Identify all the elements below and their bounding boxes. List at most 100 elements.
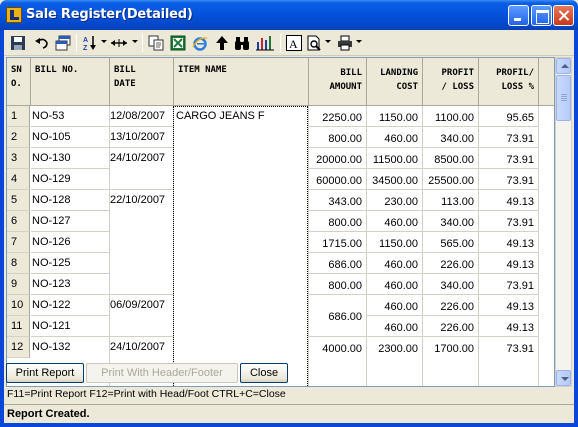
cell-bill-no[interactable]: NO-125 [32,253,109,274]
cell-bill-date[interactable]: 24/10/2007 [110,148,173,169]
cell-bill-no[interactable]: NO-128 [32,190,109,211]
cell-bill-no[interactable]: NO-121 [32,316,109,337]
cell-item-name[interactable] [176,316,307,337]
cell-bill-amount[interactable]: 4000.00 [309,339,366,360]
copy-window-icon[interactable] [55,35,71,51]
minimize-button[interactable] [508,5,529,26]
copy-icon[interactable] [148,35,164,51]
sort-dropdown-icon[interactable] [101,40,107,43]
cell-bill-date[interactable] [110,232,173,253]
column-dropdown-icon[interactable] [132,40,138,43]
cell-bill-no[interactable]: NO-130 [32,148,109,169]
grid-line [422,252,478,253]
header-item-name[interactable]: ITEM NAME [174,58,309,106]
cell-bill-date[interactable] [110,316,173,337]
scroll-down-button[interactable] [556,370,571,386]
header-sno[interactable]: SN O. [7,58,31,106]
row-number[interactable]: 9 [7,274,30,295]
maximize-button[interactable] [531,5,552,26]
print-preview-icon[interactable] [306,35,322,51]
toolbar-separator [280,34,281,52]
cell-item-name[interactable]: CARGO JEANS F [176,106,307,127]
cell-item-name[interactable] [176,148,307,169]
cell-bill-date[interactable] [110,253,173,274]
grid-line [308,147,366,148]
save-icon[interactable] [10,35,26,51]
cell-bill-no[interactable]: NO-122 [32,295,109,316]
undo-icon[interactable] [34,35,50,51]
cell-bill-date[interactable]: 12/08/2007 [110,106,173,127]
close-window-button[interactable] [553,5,574,26]
grid-line [422,315,478,316]
row-number[interactable]: 5 [7,190,30,211]
cell-item-name[interactable] [176,169,307,190]
cell-bill-date[interactable]: 06/09/2007 [110,295,173,316]
cell-bill-no[interactable]: NO-127 [32,211,109,232]
cell-bill-date[interactable]: 24/10/2007 [110,337,173,358]
cell-bill-no[interactable]: NO-53 [32,106,109,127]
excel-icon[interactable] [170,35,186,51]
row-number[interactable]: 6 [7,211,30,232]
row-number[interactable]: 2 [7,127,30,148]
row-number[interactable]: 8 [7,253,30,274]
grid-line [422,231,478,232]
header-bill-amount[interactable]: BILL AMOUNT [309,58,367,106]
cell-profit-loss[interactable]: 1700.00 [423,339,478,360]
scroll-thumb[interactable] [556,75,571,121]
cell-bill-date[interactable] [110,274,173,295]
close-button[interactable]: Close [240,363,288,383]
cell-item-name[interactable] [176,337,307,358]
cell-bill-no[interactable]: NO-105 [32,127,109,148]
print-report-button[interactable]: Print Report [6,363,84,383]
cell-item-name[interactable] [176,253,307,274]
cell-bill-no[interactable]: NO-123 [32,274,109,295]
header-profit-loss[interactable]: PROFIT / LOSS [423,58,479,106]
vertical-scrollbar[interactable] [555,57,572,387]
row-number[interactable]: 3 [7,148,30,169]
cell-item-name[interactable] [176,232,307,253]
cell-landing-cost[interactable]: 2300.00 [367,339,422,360]
header-landing-cost[interactable]: LANDING COST [367,58,423,106]
row-number[interactable]: 12 [7,337,30,358]
cell-bill-no[interactable]: NO-132 [32,337,109,358]
row-number[interactable]: 7 [7,232,30,253]
cell-bill-date[interactable] [110,169,173,190]
cell-item-name[interactable] [176,274,307,295]
row-number[interactable]: 11 [7,316,30,337]
column-width-icon[interactable] [110,35,128,51]
row-number[interactable]: 10 [7,295,30,316]
header-profit-loss-pct[interactable]: PROFIL/ LOSS % [479,58,539,106]
toolbar-separator [142,34,143,52]
cell-bill-date[interactable]: 13/10/2007 [110,127,173,148]
cell-bill-no[interactable]: NO-129 [32,169,109,190]
cell-item-name[interactable] [176,295,307,316]
grid-line [366,147,422,148]
sort-az-icon[interactable]: AZ [82,35,98,51]
cell-profit-loss-pct[interactable]: 73.91 [479,339,538,360]
grid-line [366,168,422,169]
cell-bill-no[interactable]: NO-126 [32,232,109,253]
cell-item-name[interactable] [176,211,307,232]
cell-item-name[interactable] [176,190,307,211]
font-icon[interactable]: A [286,35,302,51]
cell-bill-date[interactable]: 22/10/2007 [110,190,173,211]
binoculars-icon[interactable] [234,35,250,51]
bar-chart-icon[interactable] [256,35,274,51]
up-arrow-icon[interactable] [214,35,230,51]
printer-icon[interactable] [337,35,353,51]
internet-explorer-icon[interactable] [192,35,208,51]
scroll-up-button[interactable] [556,58,571,74]
cell-item-name[interactable] [176,127,307,148]
cell-bill-date[interactable] [110,211,173,232]
preview-dropdown-icon[interactable] [325,40,331,43]
report-grid[interactable]: SN O. BILL NO. BILL DATE ITEM NAME BILL … [6,57,555,387]
shortcut-hint: F11=Print Report F12=Print with Head/Foo… [7,388,286,400]
row-number[interactable]: 1 [7,106,30,127]
title-bar[interactable]: Sale Register(Detailed) [0,0,578,30]
row-number[interactable]: 4 [7,169,30,190]
printer-dropdown-icon[interactable] [356,40,362,43]
header-bill-no[interactable]: BILL NO. [31,58,110,106]
grid-line [366,294,422,295]
print-header-footer-button[interactable]: Print With Header/Footer [86,363,238,383]
header-bill-date[interactable]: BILL DATE [110,58,174,106]
